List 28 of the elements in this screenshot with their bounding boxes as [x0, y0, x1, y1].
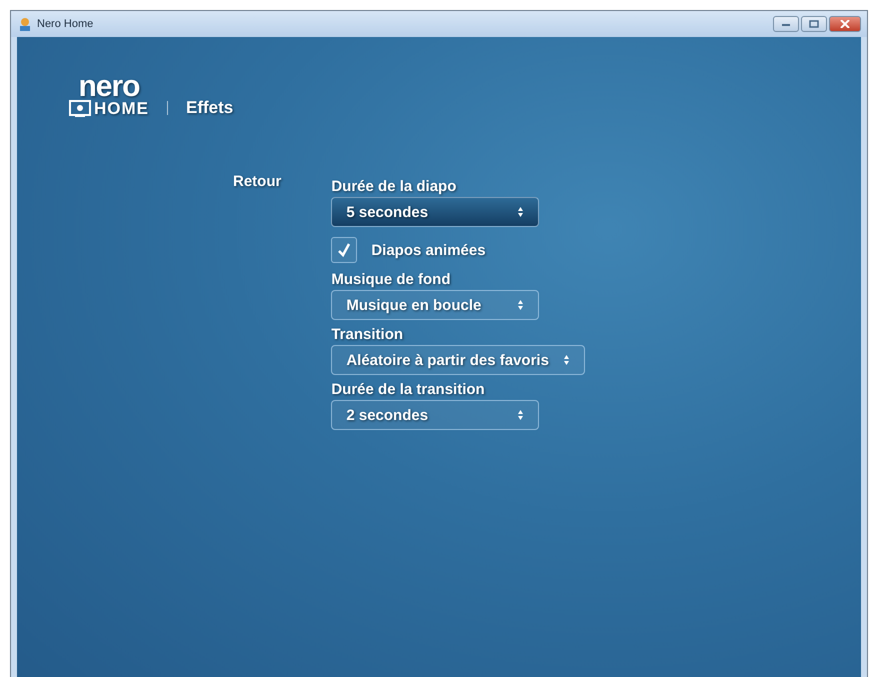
dropdown[interactable]: 5 secondes — [331, 197, 540, 227]
maximize-icon — [809, 20, 819, 28]
spinner-arrows-icon — [517, 409, 524, 421]
setting-label: Transition — [331, 326, 404, 343]
checkmark-icon — [336, 242, 352, 258]
spinner-arrows-icon — [562, 354, 570, 366]
tv-icon — [69, 100, 91, 118]
checkbox-label: Diapos animées — [371, 242, 486, 258]
window-title: Nero Home — [37, 18, 94, 30]
app-icon — [17, 16, 33, 32]
setting-label: Musique de fond — [331, 271, 452, 288]
maximize-button[interactable] — [801, 16, 827, 32]
back-link[interactable]: Retour — [233, 173, 282, 430]
close-button[interactable] — [829, 16, 861, 32]
checkbox[interactable] — [331, 237, 358, 263]
close-icon — [840, 20, 850, 28]
page-title: Effets — [186, 98, 234, 118]
logo-product: HOME — [94, 99, 149, 119]
logo-brand: nero — [78, 75, 140, 99]
minimize-icon — [781, 21, 791, 27]
dropdown[interactable]: 2 secondes — [331, 400, 540, 430]
setting-label: Durée de la diapo — [331, 178, 458, 195]
spinner-arrows-icon — [517, 206, 524, 218]
dropdown[interactable]: Aléatoire à partir des favoris — [331, 345, 585, 375]
dropdown[interactable]: Musique en boucle — [331, 290, 540, 320]
minimize-button[interactable] — [773, 16, 799, 32]
setting-label: Durée de la transition — [331, 381, 486, 398]
spinner-arrows-icon — [517, 299, 524, 311]
